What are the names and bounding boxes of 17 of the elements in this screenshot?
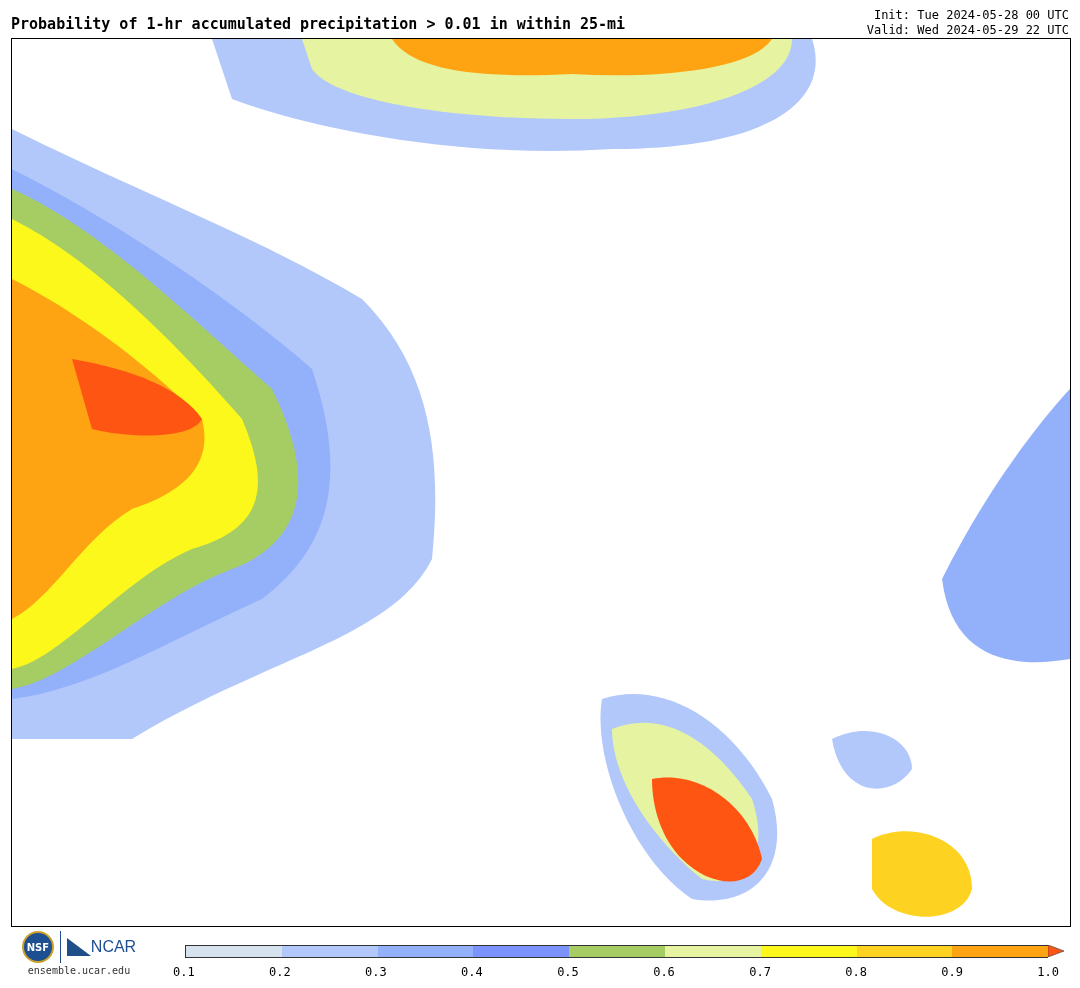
wordmark-logo: NCAR bbox=[90, 938, 137, 956]
tick-label: 0.2 bbox=[269, 965, 291, 979]
tick-label: 0.5 bbox=[557, 965, 579, 979]
tick-label: 0.3 bbox=[365, 965, 387, 979]
init-time: Init: Tue 2024-05-28 00 UTC bbox=[873, 8, 1069, 23]
site-url: ensemble.ucar.edu bbox=[27, 965, 131, 976]
tick-label: 0.9 bbox=[941, 965, 963, 979]
chart-title: Probability of 1-hr accumulated precipitation > 0.01 in within 25-mi bbox=[11, 15, 626, 33]
tick-label: 0.4 bbox=[461, 965, 483, 979]
tick-label: 0.7 bbox=[749, 965, 771, 979]
tick-label: 0.6 bbox=[653, 965, 675, 979]
seal-logo: NSF bbox=[21, 931, 54, 963]
tick-label: 1.0 bbox=[1037, 965, 1059, 979]
swoosh-icon bbox=[66, 938, 91, 956]
tick-label: 0.8 bbox=[845, 965, 867, 979]
valid-time: Valid: Wed 2024-05-29 22 UTC bbox=[866, 23, 1069, 38]
tick-label: 0.1 bbox=[173, 965, 195, 979]
